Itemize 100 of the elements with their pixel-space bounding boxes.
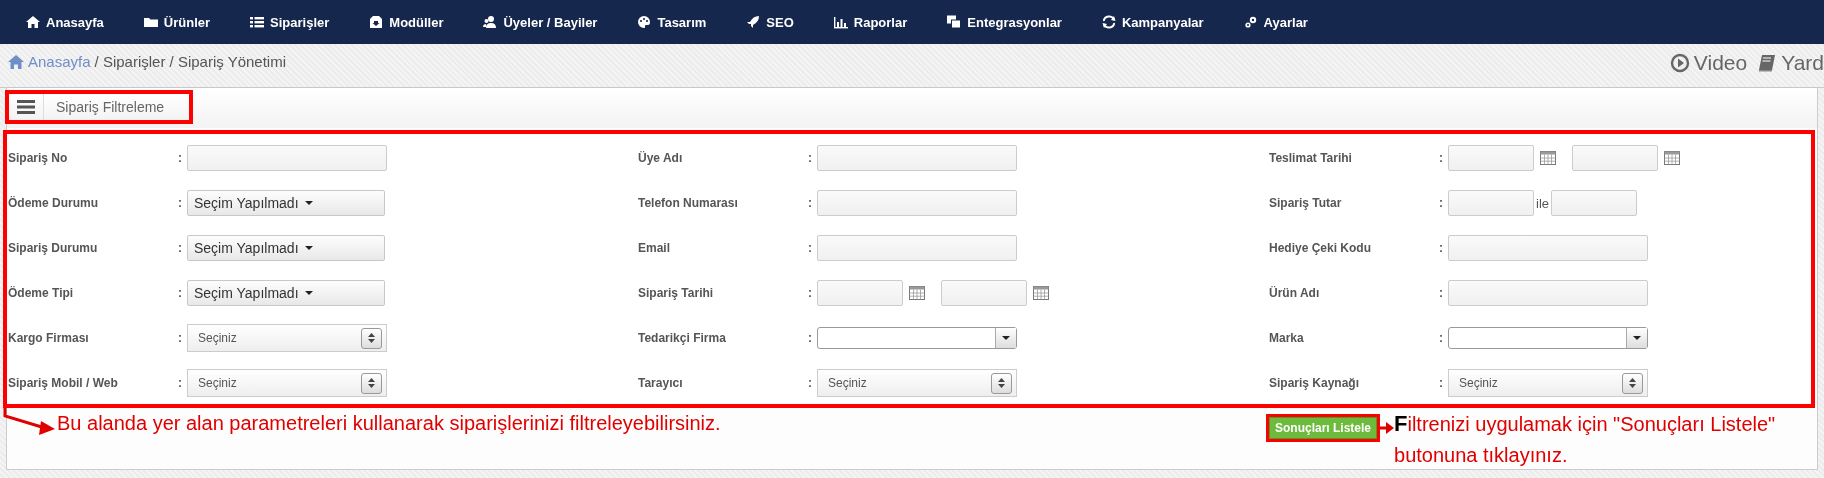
dropdown-button[interactable]: Seçim Yapılmadı (187, 235, 385, 261)
help-link[interactable]: Yard (1757, 51, 1824, 75)
help-link[interactable]: Video (1669, 51, 1748, 75)
annotation-text: Filtrenizi uygulamak için "Sonuçları Listele" butonuna tıklayınız. (1394, 410, 1777, 468)
label-colon: : (808, 151, 813, 165)
copy-icon (947, 15, 962, 29)
caret-icon (304, 201, 313, 205)
field-label: Sipariş Durumu (8, 241, 99, 255)
palette-icon (637, 15, 652, 29)
label-colon: : (178, 331, 183, 345)
home-icon (8, 53, 24, 70)
field-label: Sipariş Kaynağı (1269, 376, 1361, 390)
field-label: Email (638, 241, 671, 255)
panel-title: Sipariş Filtreleme (56, 99, 165, 115)
label-colon: : (1439, 331, 1444, 345)
date-field[interactable] (1572, 145, 1658, 171)
field-label: Ürün Adı (1269, 286, 1321, 300)
box-icon (369, 15, 384, 29)
date-field[interactable] (817, 280, 903, 306)
field-label: Ödeme Tipi (8, 286, 75, 300)
nav-item[interactable]: Entegrasyonlar (947, 14, 1062, 30)
nav-item[interactable]: Anasayfa (26, 14, 104, 30)
book-icon (1757, 53, 1778, 73)
field-label: Kargo Firması (8, 331, 90, 345)
annotation-text: Bu alanda yer alan parametreleri kullanarak siparişlerinizi filtreleyebilirsiniz. (57, 411, 721, 436)
nav-item[interactable]: Modüller (369, 14, 444, 30)
label-colon: : (1439, 241, 1444, 255)
select-field[interactable]: Seçiniz (187, 324, 387, 352)
date-field[interactable] (941, 280, 1027, 306)
caret-icon (1633, 336, 1641, 340)
label-colon: : (178, 286, 183, 300)
refresh-icon (1101, 15, 1116, 29)
label-colon: : (808, 286, 813, 300)
field-label: Tedarikçi Firma (638, 331, 727, 345)
text-field[interactable] (817, 145, 1017, 171)
calendar-icon (1540, 151, 1556, 165)
calendar-icon (1033, 286, 1049, 300)
label-colon: : (178, 151, 183, 165)
text-field[interactable] (817, 190, 1017, 216)
nav-item[interactable]: Üyeler / Bayiler (483, 14, 598, 30)
field-label: Sipariş Mobil / Web (8, 376, 119, 390)
label-colon: : (1439, 376, 1444, 390)
calendar-icon (1664, 151, 1680, 165)
field-label: Telefon Numarası (638, 196, 739, 210)
field-label: Sipariş Tarihi (638, 286, 715, 300)
field-label: Tarayıcı (638, 376, 684, 390)
range-separator: ile (1536, 195, 1549, 211)
dropdown-button[interactable]: Seçim Yapılmadı (187, 280, 385, 306)
caret-icon (304, 291, 313, 295)
nav-item[interactable]: SEO (746, 14, 794, 30)
field-label: Sipariş Tutar (1269, 196, 1343, 210)
combo-field[interactable] (1448, 327, 1648, 349)
caret-icon (304, 246, 313, 250)
label-colon: : (1439, 196, 1444, 210)
menu-icon (17, 100, 35, 114)
field-label: Ödeme Durumu (8, 196, 99, 210)
up-down-icon (368, 333, 375, 343)
text-field[interactable] (817, 235, 1017, 261)
dropdown-button[interactable]: Seçim Yapılmadı (187, 190, 385, 216)
field-label: Sipariş No (8, 151, 69, 165)
up-down-icon (1629, 378, 1636, 388)
label-colon: : (808, 241, 813, 255)
field-label: Teslimat Tarihi (1269, 151, 1353, 165)
list-icon (250, 15, 265, 29)
up-down-icon (998, 378, 1005, 388)
text-field[interactable] (1448, 235, 1648, 261)
date-field[interactable] (1448, 145, 1534, 171)
field-label: Hediye Çeki Kodu (1269, 241, 1373, 255)
select-field[interactable]: Seçiniz (187, 369, 387, 397)
calendar-icon (909, 286, 925, 300)
select-field[interactable]: Seçiniz (1448, 369, 1648, 397)
breadcrumb-text: / Siparişler / Sipariş Yönetimi (94, 53, 286, 70)
text-field[interactable] (1551, 190, 1637, 216)
select-field[interactable]: Seçiniz (817, 369, 1017, 397)
folder-icon (143, 15, 158, 29)
label-colon: : (178, 376, 183, 390)
arrow-icon (1380, 421, 1395, 435)
field-label: Marka (1269, 331, 1305, 345)
label-colon: : (178, 241, 183, 255)
play-icon (1669, 53, 1690, 73)
nav-item[interactable]: Ürünler (143, 14, 211, 30)
label-colon: : (808, 331, 813, 345)
nav-item[interactable]: Ayarlar (1243, 14, 1308, 30)
text-field[interactable] (1448, 280, 1648, 306)
nav-item[interactable]: Siparişler (250, 14, 330, 30)
up-down-icon (368, 378, 375, 388)
nav-item[interactable]: Kampanyalar (1101, 14, 1204, 30)
bar-chart-icon (833, 15, 848, 29)
nav-item[interactable]: Tasarım (637, 14, 707, 30)
text-field[interactable] (1448, 190, 1534, 216)
users-icon (483, 15, 498, 29)
caret-icon (1002, 336, 1010, 340)
nav-item[interactable]: Raporlar (833, 14, 908, 30)
home-icon (26, 15, 40, 29)
annotation-arrow (3, 408, 55, 435)
text-field[interactable] (187, 145, 387, 171)
label-colon: : (808, 196, 813, 210)
label-colon: : (1439, 151, 1444, 165)
combo-field[interactable] (817, 327, 1017, 349)
rocket-icon (746, 15, 761, 29)
